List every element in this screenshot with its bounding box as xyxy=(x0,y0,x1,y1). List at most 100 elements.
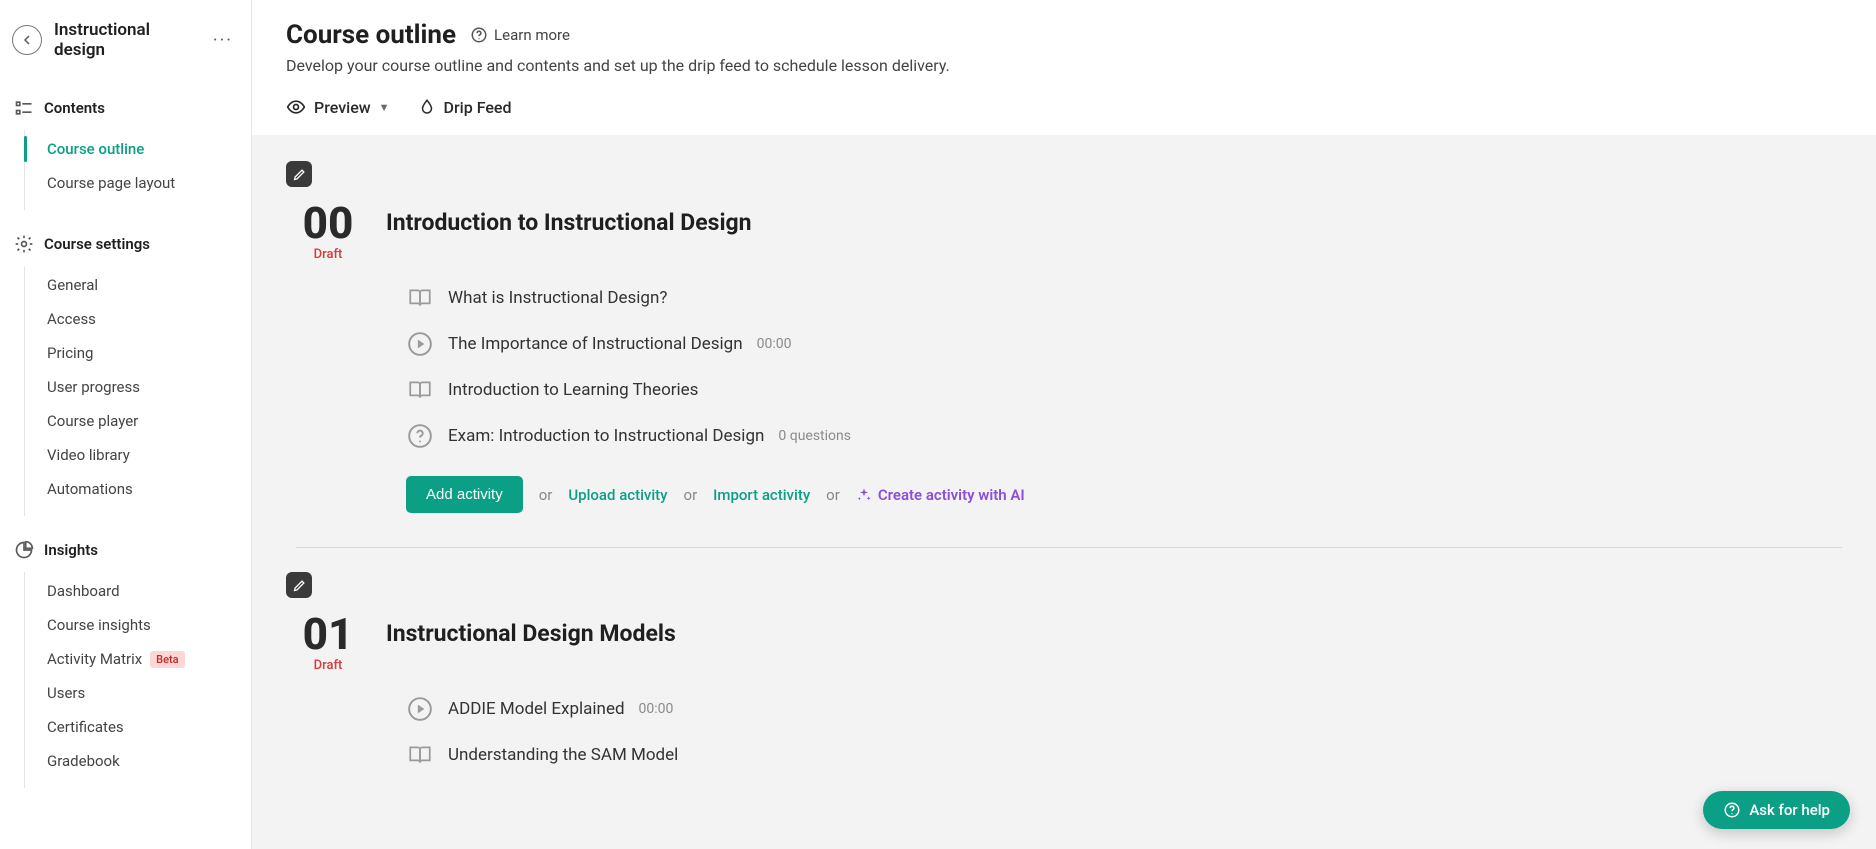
nav-item-label: Course player xyxy=(47,412,138,430)
nav-item-general[interactable]: General xyxy=(25,268,251,302)
more-menu-button[interactable]: ··· xyxy=(209,26,237,55)
section-title: Instructional Design Models xyxy=(386,620,676,647)
activity-item[interactable]: What is Instructional Design? xyxy=(406,284,1842,312)
activity-item[interactable]: Understanding the SAM Model xyxy=(406,741,1842,769)
gear-icon xyxy=(14,234,34,254)
page-title: Course outline xyxy=(286,20,456,50)
nav-item-label: Pricing xyxy=(47,344,93,362)
eye-icon xyxy=(286,97,306,117)
pie-icon xyxy=(14,540,34,560)
preview-label: Preview xyxy=(314,98,371,117)
pencil-icon xyxy=(292,578,307,593)
activity-title: What is Instructional Design? xyxy=(448,288,667,308)
back-button[interactable] xyxy=(12,25,42,55)
nav-item-user-progress[interactable]: User progress xyxy=(25,370,251,404)
drip-feed-button[interactable]: Drip Feed xyxy=(418,98,512,117)
section-title: Introduction to Instructional Design xyxy=(386,209,752,236)
section-number: 01 xyxy=(296,612,360,656)
or-separator: or xyxy=(826,486,840,504)
page-description: Develop your course outline and contents… xyxy=(286,56,1842,75)
sections-area: 00 Draft Introduction to Instructional Des… xyxy=(252,135,1876,849)
activity-item[interactable]: ADDIE Model Explained 00:00 xyxy=(406,695,1842,723)
nav-item-course-outline[interactable]: Course outline xyxy=(25,132,251,166)
course-section: 00 Draft Introduction to Instructional Des… xyxy=(286,161,1842,548)
nav-item-label: Certificates xyxy=(47,718,124,736)
help-circle-icon xyxy=(1723,801,1741,819)
nav-item-label: Access xyxy=(47,310,96,328)
nav-item-label: Gradebook xyxy=(47,752,120,770)
nav-section-label: Insights xyxy=(44,541,98,559)
nav-item-dashboard[interactable]: Dashboard xyxy=(25,574,251,608)
nav-item-users[interactable]: Users xyxy=(25,676,251,710)
import-activity-link[interactable]: Import activity xyxy=(713,486,810,504)
edit-section-button[interactable] xyxy=(286,161,312,187)
nav-item-course-player[interactable]: Course player xyxy=(25,404,251,438)
activity-title: ADDIE Model Explained xyxy=(448,699,625,719)
preview-button[interactable]: Preview ▼ xyxy=(286,97,390,117)
help-fab-label: Ask for help xyxy=(1749,801,1830,819)
nav-item-activity-matrix[interactable]: Activity Matrix Beta xyxy=(25,642,251,676)
nav-item-certificates[interactable]: Certificates xyxy=(25,710,251,744)
activity-item[interactable]: Introduction to Learning Theories xyxy=(406,376,1842,404)
course-name: Instructional design xyxy=(54,20,197,60)
nav-item-access[interactable]: Access xyxy=(25,302,251,336)
nav-item-label: Course page layout xyxy=(47,174,175,192)
create-with-ai-link[interactable]: Create activity with AI xyxy=(856,486,1025,504)
upload-activity-link[interactable]: Upload activity xyxy=(568,486,667,504)
nav-item-label: Activity Matrix xyxy=(47,650,142,668)
quiz-icon xyxy=(406,422,434,450)
or-separator: or xyxy=(539,486,553,504)
activity-title: The Importance of Instructional Design xyxy=(448,334,743,354)
section-divider xyxy=(296,547,1842,548)
course-section: 01 Draft Instructional Design Models ADDIE … xyxy=(286,572,1842,769)
reading-icon xyxy=(406,376,434,404)
nav-section-contents[interactable]: Contents xyxy=(0,86,251,130)
nav-item-course-page-layout[interactable]: Course page layout xyxy=(25,166,251,200)
section-status: Draft xyxy=(296,658,360,673)
chevron-down-icon: ▼ xyxy=(379,101,390,114)
pencil-icon xyxy=(292,167,307,182)
activity-title: Exam: Introduction to Instructional Desi… xyxy=(448,426,764,446)
nav-section-insights[interactable]: Insights xyxy=(0,528,251,572)
learn-more-link[interactable]: Learn more xyxy=(470,26,570,44)
activity-item[interactable]: Exam: Introduction to Instructional Desi… xyxy=(406,422,1842,450)
nav-item-automations[interactable]: Automations xyxy=(25,472,251,506)
nav-item-label: Automations xyxy=(47,480,133,498)
ask-for-help-button[interactable]: Ask for help xyxy=(1703,791,1850,829)
create-with-ai-label: Create activity with AI xyxy=(878,486,1025,504)
nav-item-label: Dashboard xyxy=(47,582,120,600)
nav-item-label: Users xyxy=(47,684,85,702)
video-icon xyxy=(406,695,434,723)
add-activity-button[interactable]: Add activity xyxy=(406,476,523,513)
nav-section-label: Course settings xyxy=(44,235,150,253)
main-content: Course outline Learn more Develop your c… xyxy=(252,0,1876,849)
activity-meta: 0 questions xyxy=(778,428,851,444)
drop-icon xyxy=(418,98,436,116)
sidebar-header: Instructional design ··· xyxy=(0,0,251,80)
activity-meta: 00:00 xyxy=(639,701,674,717)
beta-badge: Beta xyxy=(150,651,184,668)
edit-section-button[interactable] xyxy=(286,572,312,598)
list-icon xyxy=(14,98,34,118)
activity-item[interactable]: The Importance of Instructional Design00… xyxy=(406,330,1842,358)
help-circle-icon xyxy=(470,26,488,44)
activity-title: Understanding the SAM Model xyxy=(448,745,678,765)
section-actions: Add activity or Upload activity or Import ac… xyxy=(406,476,1842,513)
section-number: 00 xyxy=(296,201,360,245)
nav-item-label: General xyxy=(47,276,98,294)
section-status: Draft xyxy=(296,247,360,262)
drip-feed-label: Drip Feed xyxy=(444,98,512,117)
nav-item-gradebook[interactable]: Gradebook xyxy=(25,744,251,778)
nav-section-course-settings[interactable]: Course settings xyxy=(0,222,251,266)
or-separator: or xyxy=(684,486,698,504)
sparkle-icon xyxy=(856,487,872,503)
reading-icon xyxy=(406,741,434,769)
nav-item-course-insights[interactable]: Course insights xyxy=(25,608,251,642)
page-header: Course outline Learn more Develop your c… xyxy=(252,0,1876,135)
nav-item-label: Course outline xyxy=(47,140,144,158)
video-icon xyxy=(406,330,434,358)
nav-item-video-library[interactable]: Video library xyxy=(25,438,251,472)
learn-more-label: Learn more xyxy=(494,26,570,44)
nav-item-label: Course insights xyxy=(47,616,151,634)
nav-item-pricing[interactable]: Pricing xyxy=(25,336,251,370)
